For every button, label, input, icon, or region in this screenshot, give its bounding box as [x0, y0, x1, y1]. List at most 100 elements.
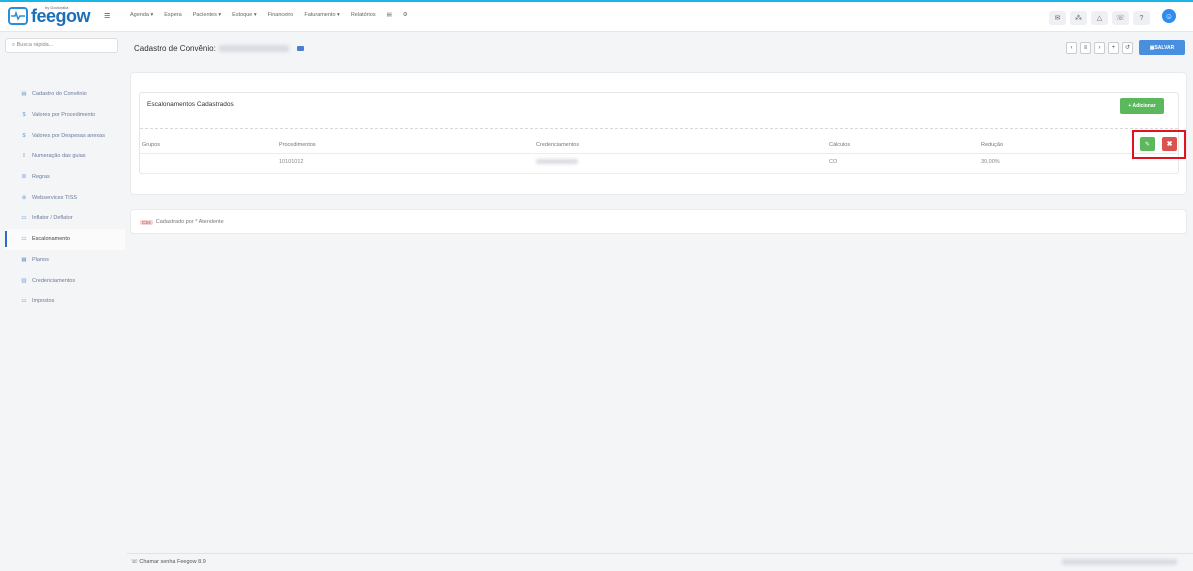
list-button[interactable]: ≡	[1080, 41, 1091, 54]
user-avatar-icon[interactable]: ☺	[1162, 9, 1176, 23]
add-button[interactable]: +	[1108, 41, 1119, 54]
bell-icon[interactable]: △	[1091, 11, 1108, 25]
top-navbar: feegow by Doctoralia ≡ Agenda ▾ Espera P…	[0, 2, 1193, 32]
help-icon[interactable]: ?	[1133, 11, 1150, 25]
scaling-panel: Escalonamentos Cadastrados + Adicionar G…	[139, 92, 1179, 174]
audit-text: Cadastrado por * Atendente	[155, 219, 224, 225]
history-button[interactable]: ↺	[1122, 41, 1133, 54]
mail-icon[interactable]: ✉	[1049, 11, 1066, 25]
sidebar-item-label: Escalonamento	[32, 236, 70, 243]
sidebar-item-credenciamentos[interactable]: ▥ Credenciamentos	[5, 270, 125, 291]
grid-icon[interactable]: ⁂	[1070, 11, 1087, 25]
print-icon[interactable]: ▤	[387, 12, 392, 18]
nav-label: Faturamento	[304, 12, 336, 18]
nav-item-espera[interactable]: Espera	[164, 12, 181, 18]
page-title-text: Cadastro de Convênio:	[134, 44, 216, 53]
column-header-grupos: Grupos	[142, 142, 161, 148]
search-icon: ⌕	[12, 42, 16, 48]
call-ticket-link[interactable]: ☏ Chamar senha Feegow 8.9	[131, 559, 206, 565]
nav-item-faturamento[interactable]: Faturamento ▾	[304, 12, 339, 18]
hamburger-icon[interactable]: ≡	[104, 10, 110, 22]
nav-label: Financeiro	[267, 12, 294, 18]
card-icon[interactable]	[296, 46, 304, 51]
footer-redacted	[1062, 559, 1177, 565]
top-icon-group: ✉ ⁂ △ ☏ ?	[1049, 11, 1150, 25]
divider	[140, 128, 1178, 129]
nav-label: Relatórios	[350, 12, 376, 18]
audit-badge: CS4	[140, 219, 153, 225]
sidebar-item-label: Numeração das guias	[32, 153, 86, 160]
nav-label: Espera	[164, 12, 182, 18]
logo-heart-icon	[8, 7, 28, 25]
sidebar-item-numeracao[interactable]: ⁞⁞ Numeração das guias	[5, 146, 125, 167]
next-button[interactable]: ›	[1094, 41, 1105, 54]
nav-item-estoque[interactable]: Estoque ▾	[232, 12, 256, 18]
search-input[interactable]: ⌕ Busca rápida...	[5, 38, 118, 53]
column-header-procedimentos: Procedimentos	[279, 142, 316, 148]
column-header-calculos: Cálculos	[829, 142, 851, 148]
page-title: Cadastro de Convênio:	[134, 44, 304, 53]
column-header-credenciamentos: Credenciamentos	[536, 142, 580, 148]
delete-button[interactable]: ✖	[1162, 137, 1177, 151]
audit-info: CS4 Cadastrado por * Atendente	[140, 219, 224, 225]
record-toolbar: ‹ ≡ › + ↺ ▣ SALVAR	[1066, 40, 1185, 55]
sidebar-item-label: Cadastro do Convênio	[32, 91, 87, 98]
dollar-icon: $	[22, 112, 26, 119]
dollar-icon: $	[22, 132, 26, 139]
chevron-down-icon: ▾	[337, 12, 340, 18]
cell-calculos: CO	[829, 159, 838, 165]
sidebar-item-label: Webservices TISS	[32, 194, 78, 201]
nav-label: Estoque	[232, 12, 253, 18]
app-logo[interactable]: feegow by Doctoralia	[8, 5, 91, 25]
inflator-icon: ▭	[21, 215, 27, 222]
nav-item-agenda[interactable]: Agenda ▾	[130, 12, 153, 18]
sidebar-item-valores-procedimento[interactable]: $ Valores por Procedimento	[5, 105, 125, 126]
chevron-down-icon: ▾	[150, 12, 154, 18]
save-label: SALVAR	[1154, 44, 1175, 51]
sidebar-item-label: Inflator / Deflator	[32, 215, 73, 222]
nav-item-pacientes[interactable]: Pacientes ▾	[193, 12, 221, 18]
sidebar-item-regras[interactable]: ⚙ Regras	[5, 167, 125, 188]
nav-item-relatorios[interactable]: Relatórios	[351, 12, 376, 18]
webservice-icon: ⊛	[21, 194, 27, 201]
save-button[interactable]: ▣ SALVAR	[1139, 40, 1185, 55]
audit-card: CS4 Cadastrado por * Atendente	[130, 209, 1187, 234]
search-placeholder: Busca rápida...	[16, 42, 54, 48]
cell-procedimentos: 10101012	[279, 159, 304, 165]
credential-icon: ▥	[21, 277, 27, 284]
column-header-reducao: Redução	[981, 142, 1004, 148]
sidebar-item-planos[interactable]: ▦ Planos	[5, 250, 125, 271]
sidebar-item-label: Impostos	[32, 298, 55, 305]
sidebar-item-label: Planos	[32, 256, 49, 263]
logo-subtitle: by Doctoralia	[45, 5, 69, 10]
plans-icon: ▦	[21, 256, 27, 263]
add-scaling-button[interactable]: + Adicionar	[1120, 98, 1164, 114]
sidebar-item-inflator[interactable]: ▭ Inflator / Deflator	[5, 208, 125, 229]
nav-item-financeiro[interactable]: Financeiro	[268, 12, 294, 18]
edit-button[interactable]: ✎	[1140, 137, 1155, 151]
footer-divider	[127, 553, 1193, 554]
table-row-bottom-border	[140, 173, 1178, 174]
tax-icon: ▭	[21, 298, 27, 305]
scaling-card: Escalonamentos Cadastrados + Adicionar G…	[130, 72, 1187, 195]
settings-icon[interactable]: ⚙	[403, 12, 408, 18]
sidebar-item-label: Credenciamentos	[32, 277, 76, 284]
main-menu: Agenda ▾ Espera Pacientes ▾ Estoque ▾ Fi…	[130, 12, 408, 18]
chat-icon[interactable]: ☏	[1112, 11, 1129, 25]
rules-icon: ⚙	[21, 174, 27, 181]
sidebar-item-cadastro[interactable]: ▤ Cadastro do Convênio	[5, 84, 125, 105]
sidebar-item-label: Regras	[32, 174, 50, 181]
chevron-down-icon: ▾	[253, 12, 257, 18]
numbering-icon: ⁞⁞	[22, 153, 26, 160]
sidebar: ▤ Cadastro do Convênio $ Valores por Proce…	[5, 84, 125, 312]
panel-title: Escalonamentos Cadastrados	[147, 101, 234, 108]
sidebar-item-impostos[interactable]: ▭ Impostos	[5, 291, 125, 312]
sidebar-item-webservices[interactable]: ⊛ Webservices TISS	[5, 187, 125, 208]
table-row-top-border	[140, 153, 1178, 154]
chevron-down-icon: ▾	[218, 12, 222, 18]
prev-button[interactable]: ‹	[1066, 41, 1077, 54]
sidebar-item-valores-despesas[interactable]: $ Valores por Despesas anexas	[5, 125, 125, 146]
nav-label: Agenda	[130, 12, 149, 18]
cell-credenciamentos-redacted	[536, 159, 578, 164]
sidebar-item-escalonamento[interactable]: ▭ Escalonamento	[5, 228, 125, 250]
